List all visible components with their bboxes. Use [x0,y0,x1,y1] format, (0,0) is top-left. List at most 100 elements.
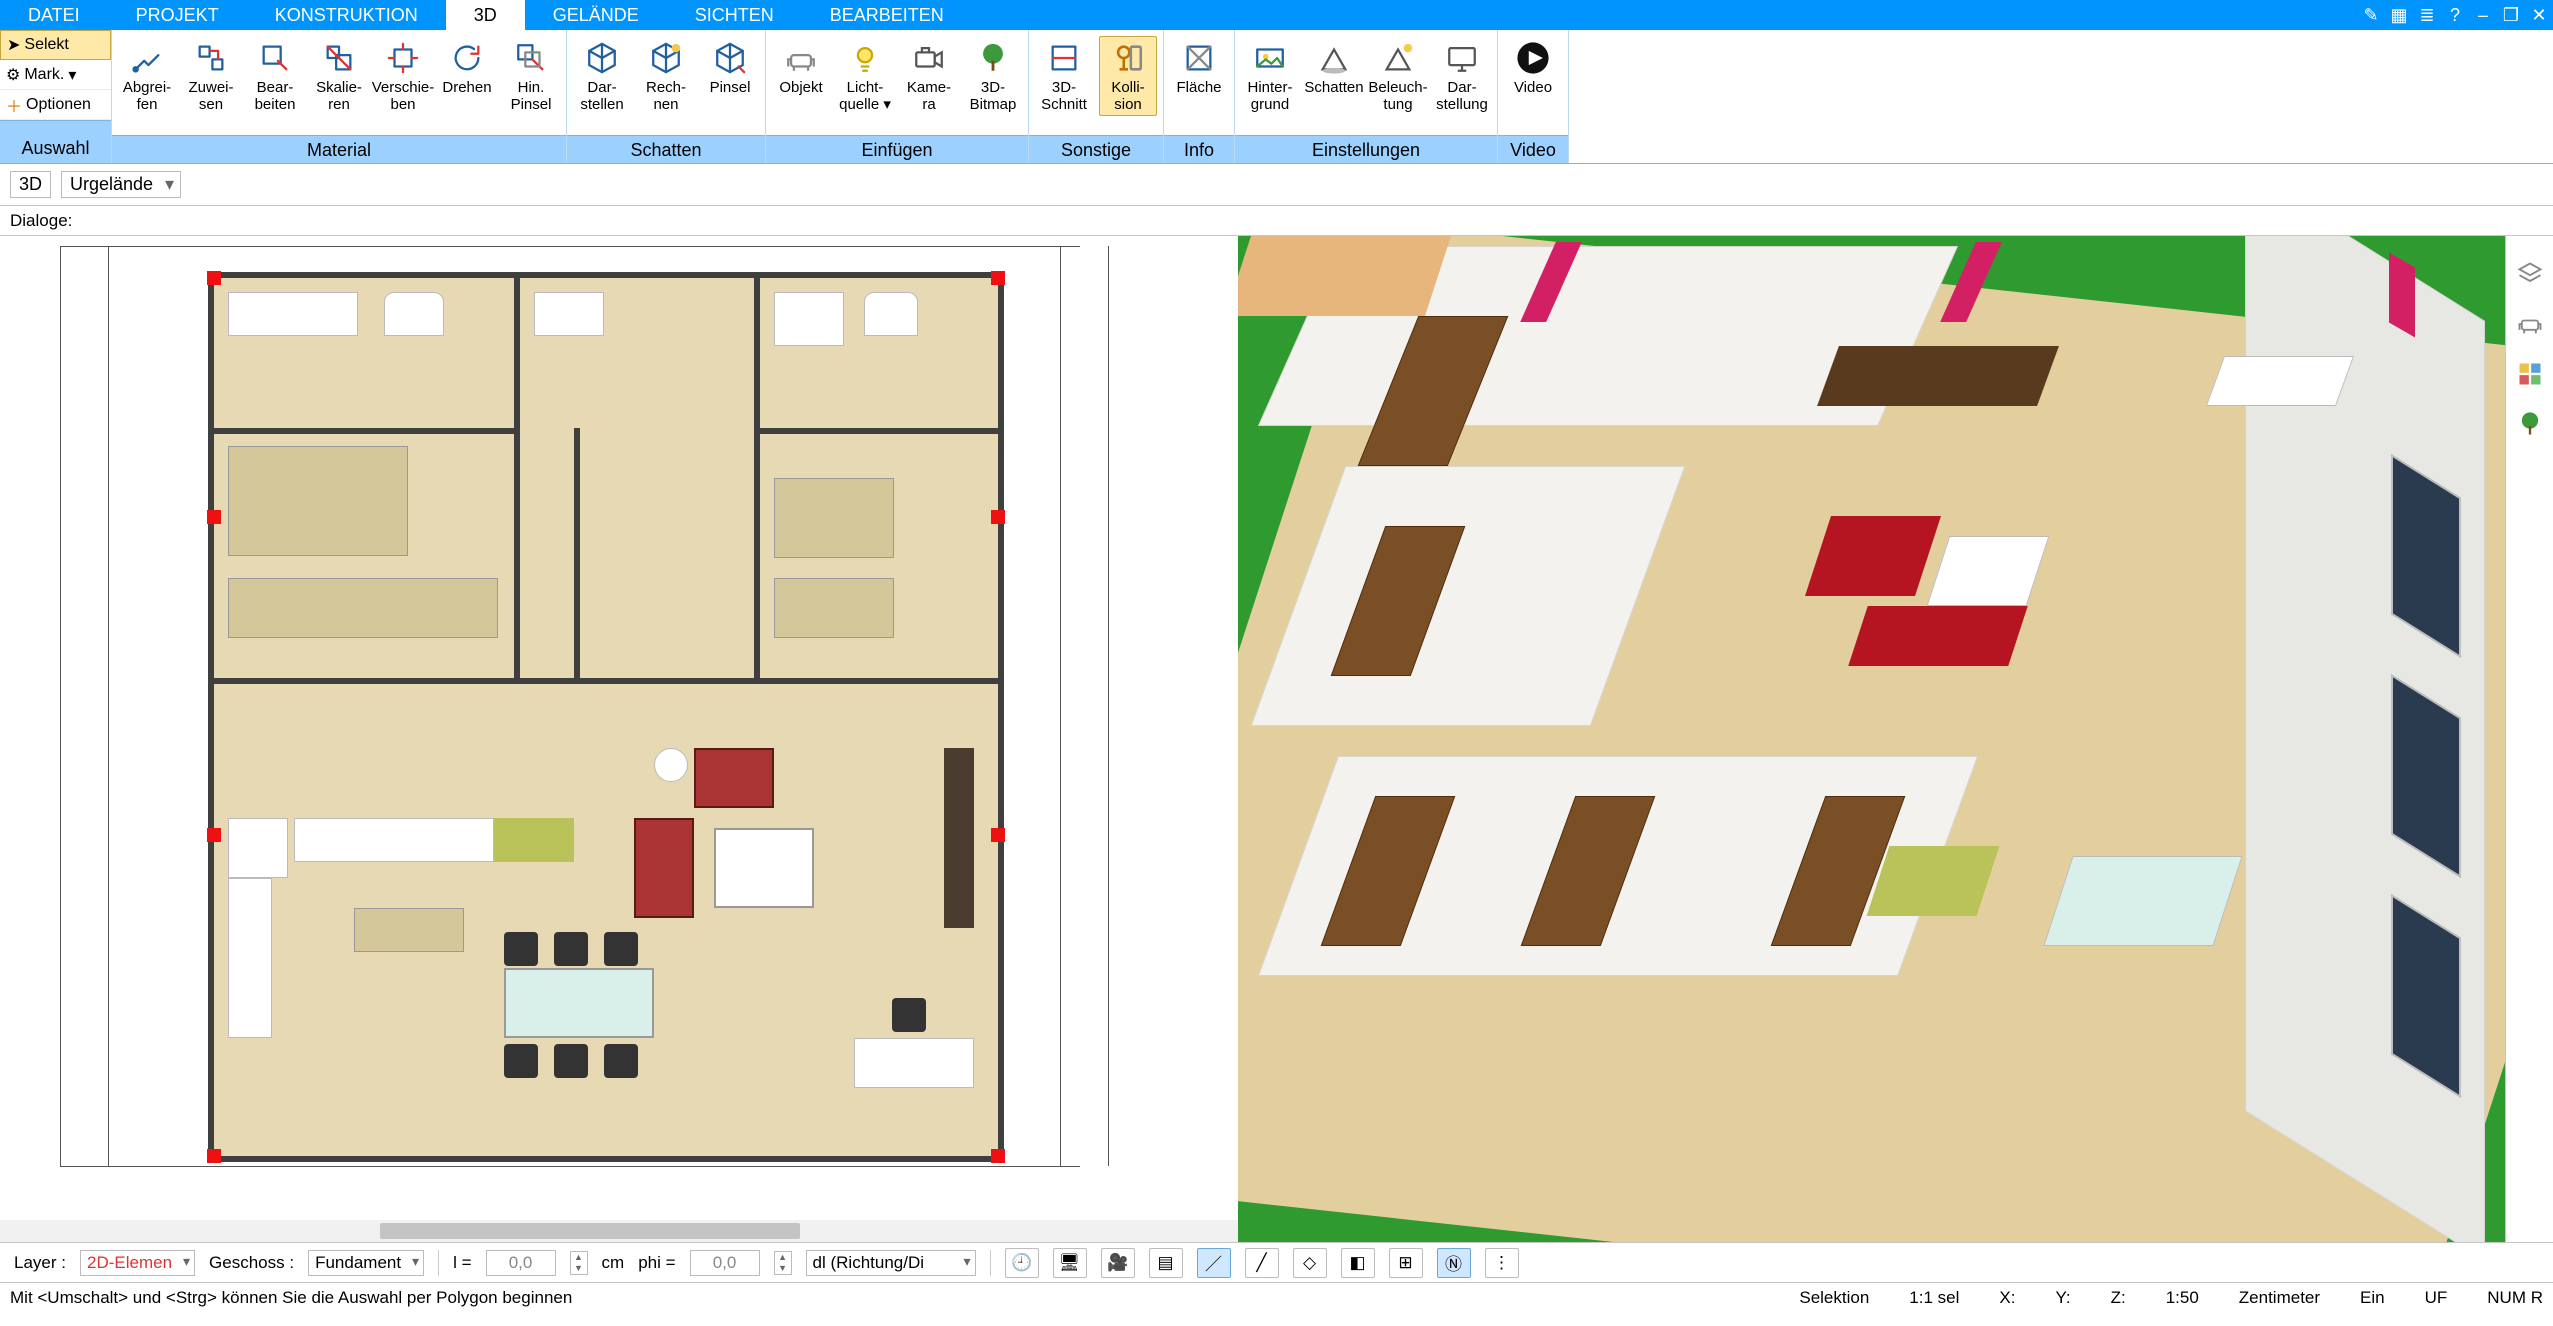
tool-line-a-icon[interactable]: ／ [1197,1248,1231,1278]
tool-line-b-icon[interactable]: ╱ [1245,1248,1279,1278]
titlebar-box-icon[interactable]: ▦ [2385,0,2413,30]
abgreifen-label: Abgrei- fen [123,79,171,113]
palette-furniture-icon[interactable] [2514,308,2546,340]
mode-combo[interactable]: dl (Richtung/Di [806,1250,976,1276]
titlebar-layers-icon[interactable]: ≣ [2413,0,2441,30]
kollision-label: Kolli- sion [1111,79,1144,113]
cursor-icon: ➤ [7,35,20,55]
palette-tree-icon[interactable] [2514,408,2546,440]
ribbon-darstellen-button[interactable]: Dar- stellen [573,36,631,116]
abgreifen-icon [128,39,166,77]
ribbon-abgreifen-button[interactable]: Abgrei- fen [118,36,176,116]
lichtquelle-icon [846,39,884,77]
kamera-icon [910,39,948,77]
unit-cm-label: cm [602,1253,625,1273]
ribbon-flaeche-button[interactable]: Fläche [1170,36,1228,99]
tool-more-icon[interactable]: ⋮ [1485,1248,1519,1278]
palette-swatch-icon[interactable] [2514,358,2546,390]
ribbon-rechnen-button[interactable]: Rech- nen [637,36,695,116]
window-restore-icon[interactable]: ❐ [2497,0,2525,30]
ribbon-hintergrund-button[interactable]: Hinter- grund [1241,36,1299,116]
ribbon-video-button[interactable]: Video [1504,36,1562,99]
window-close-icon[interactable]: ✕ [2525,0,2553,30]
ribbon-hinpinsel-button[interactable]: Hin. Pinsel [502,36,560,116]
tab-konstruktion[interactable]: KONSTRUKTION [247,0,446,30]
phi-spinner[interactable]: ▲▼ [774,1251,792,1275]
ribbon-darstellung-button[interactable]: Dar- stellung [1433,36,1491,116]
ribbon-bearbeiten-button[interactable]: Bear- beiten [246,36,304,116]
skalieren-icon [320,39,358,77]
chevron-down-icon: ▾ [68,65,76,85]
flaeche-label: Fläche [1176,79,1221,96]
geschoss-combo[interactable]: Fundament [308,1250,424,1276]
phi-label: phi = [638,1253,675,1273]
ribbon-3dschnitt-button[interactable]: 3D- Schnitt [1035,36,1093,116]
tool-plane-icon[interactable]: ◇ [1293,1248,1327,1278]
view-3d-render[interactable] [1238,236,2505,1242]
tool-north-icon[interactable]: Ⓝ [1437,1248,1471,1278]
group-label-auswahl: Auswahl [0,120,111,163]
tool-cube-icon[interactable]: ◧ [1341,1248,1375,1278]
ribbon-skalieren-button[interactable]: Skalie- ren [310,36,368,116]
darstellen-icon [583,39,621,77]
ribbon-3dbitmap-button[interactable]: 3D- Bitmap [964,36,1022,116]
palette-layers-icon[interactable] [2514,258,2546,290]
status-hint: Mit <Umschalt> und <Strg> können Sie die… [10,1288,572,1308]
zuweisen-icon [192,39,230,77]
ribbon-objekt-button[interactable]: Objekt [772,36,830,99]
tab-gelaende[interactable]: GELÄNDE [525,0,667,30]
scrollbar-thumb[interactable] [380,1223,800,1239]
tab-bearbeiten[interactable]: BEARBEITEN [802,0,972,30]
rechnen-label: Rech- nen [646,79,686,113]
geschoss-label: Geschoss : [209,1253,294,1273]
ribbon-kamera-button[interactable]: Kame- ra [900,36,958,116]
kollision-icon [1109,39,1147,77]
selekt-button[interactable]: ➤ Selekt [0,30,111,60]
floor-plan-canvas[interactable] [208,272,1004,1162]
ribbon-kollision-button[interactable]: Kolli- sion [1099,36,1157,116]
mark-button[interactable]: ⚙ Mark. ▾ [0,60,111,90]
layer-combo[interactable]: 2D-Elemen [80,1250,195,1276]
tool-grid-icon[interactable]: ⊞ [1389,1248,1423,1278]
ribbon-drehen-button[interactable]: Drehen [438,36,496,99]
tool-stack-icon[interactable]: ▤ [1149,1248,1183,1278]
length-spinner[interactable]: ▲▼ [570,1251,588,1275]
phi-input[interactable]: 0,0 [690,1250,760,1276]
status-ein: Ein [2360,1288,2385,1308]
ribbon-verschieben-button[interactable]: Verschie- ben [374,36,432,116]
tab-3d[interactable]: 3D [446,0,525,30]
tool-camera-icon[interactable]: 🎥 [1101,1248,1135,1278]
ribbon-beleuchtung-button[interactable]: Beleuch- tung [1369,36,1427,116]
ribbon-schatten2-button[interactable]: Schatten [1305,36,1363,99]
bearbeiten-icon [256,39,294,77]
terrain-combo[interactable]: Urgelände [61,171,181,198]
optionen-button[interactable]: ＋ Optionen [0,90,111,120]
lichtquelle-label: Licht- quelle ▾ [839,79,891,113]
length-input[interactable]: 0,0 [486,1250,556,1276]
tab-sichten[interactable]: SICHTEN [667,0,802,30]
ribbon-zuweisen-button[interactable]: Zuwei- sen [182,36,240,116]
ribbon-group-info: FlächeInfo [1164,30,1235,163]
titlebar-tool-icon[interactable]: ✎ [2357,0,2385,30]
tool-clock-icon[interactable]: 🕘 [1005,1248,1039,1278]
ribbon-pinsel-button[interactable]: Pinsel [701,36,759,99]
beleuchtung-icon [1379,39,1417,77]
tool-monitor-icon[interactable]: 🖥 [1053,1248,1087,1278]
titlebar-help-icon[interactable]: ? [2441,0,2469,30]
menu-bar: DATEI PROJEKT KONSTRUKTION 3D GELÄNDE SI… [0,0,2553,30]
verschieben-icon [384,39,422,77]
dialoge-bar: Dialoge: [0,206,2553,236]
darstellung-label: Dar- stellung [1436,79,1488,113]
pinsel-label: Pinsel [710,79,751,96]
window-minimize-icon[interactable]: – [2469,0,2497,30]
hintergrund-icon [1251,39,1289,77]
tab-datei[interactable]: DATEI [0,0,108,30]
ribbon-lichtquelle-button[interactable]: Licht- quelle ▾ [836,36,894,116]
view-2d-plan[interactable] [0,236,1238,1242]
zuweisen-label: Zuwei- sen [188,79,233,113]
horizontal-scrollbar[interactable] [0,1220,1238,1242]
darstellung-icon [1443,39,1481,77]
hinpinsel-icon [512,39,550,77]
status-selektion: Selektion [1799,1288,1869,1308]
tab-projekt[interactable]: PROJEKT [108,0,247,30]
